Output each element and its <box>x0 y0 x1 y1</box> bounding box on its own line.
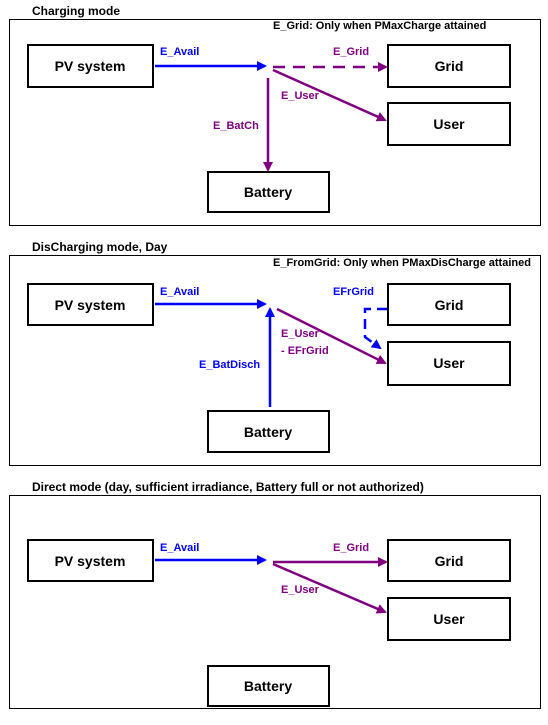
svg-text:Battery: Battery <box>244 184 292 200</box>
panel-title: Direct mode (day, sufficient irradiance,… <box>32 480 424 494</box>
panel-title: DisCharging mode, Day <box>32 240 168 254</box>
svg-text:PV system: PV system <box>55 297 126 313</box>
grid-box: Grid <box>387 283 511 326</box>
pv-system-box: PV system <box>27 44 154 88</box>
label-minus-efrgrid: - EFrGrid <box>281 345 329 357</box>
panel-note: E_Grid: Only when PMaxCharge attained <box>273 20 486 32</box>
label-e-user: E_User <box>281 90 320 102</box>
user-box: User <box>387 597 511 641</box>
pv-system-box: PV system <box>27 539 154 582</box>
svg-text:User: User <box>433 611 465 627</box>
grid-box: Grid <box>387 539 511 582</box>
grid-box: Grid <box>387 44 511 88</box>
svg-text:Battery: Battery <box>244 424 292 440</box>
label-e-grid: E_Grid <box>333 542 369 554</box>
energy-flow-diagram: Charging mode E_Grid: Only when PMaxChar… <box>9 4 541 709</box>
label-e-avail: E_Avail <box>160 46 199 58</box>
battery-box: Battery <box>207 665 330 707</box>
svg-text:Grid: Grid <box>435 297 464 313</box>
label-e-user: E_User <box>281 584 320 596</box>
label-e-frgrid: EFrGrid <box>333 286 374 298</box>
svg-text:User: User <box>433 116 465 132</box>
svg-text:User: User <box>433 355 465 371</box>
svg-text:PV system: PV system <box>55 553 126 569</box>
label-e-batch: E_BatCh <box>213 120 259 132</box>
svg-text:PV system: PV system <box>55 58 126 74</box>
svg-text:Grid: Grid <box>435 553 464 569</box>
panel-discharging-mode: DisCharging mode, Day E_FromGrid: Only w… <box>9 240 541 466</box>
label-e-user: E_User <box>281 328 320 340</box>
arrow-e-frgrid <box>363 307 387 350</box>
pv-system-box: PV system <box>27 283 154 326</box>
label-e-avail: E_Avail <box>160 542 199 554</box>
battery-box: Battery <box>207 171 330 213</box>
svg-text:Grid: Grid <box>435 58 464 74</box>
panel-direct-mode: Direct mode (day, sufficient irradiance,… <box>9 480 541 709</box>
user-box: User <box>387 102 511 146</box>
panel-charging-mode: Charging mode E_Grid: Only when PMaxChar… <box>9 4 541 226</box>
panel-title: Charging mode <box>32 4 120 18</box>
battery-box: Battery <box>207 410 330 453</box>
label-e-batdisch: E_BatDisch <box>199 359 260 371</box>
label-e-avail: E_Avail <box>160 286 199 298</box>
user-box: User <box>387 341 511 386</box>
panel-note: E_FromGrid: Only when PMaxDisCharge atta… <box>273 257 531 269</box>
svg-text:Battery: Battery <box>244 678 292 694</box>
label-e-grid: E_Grid <box>333 46 369 58</box>
